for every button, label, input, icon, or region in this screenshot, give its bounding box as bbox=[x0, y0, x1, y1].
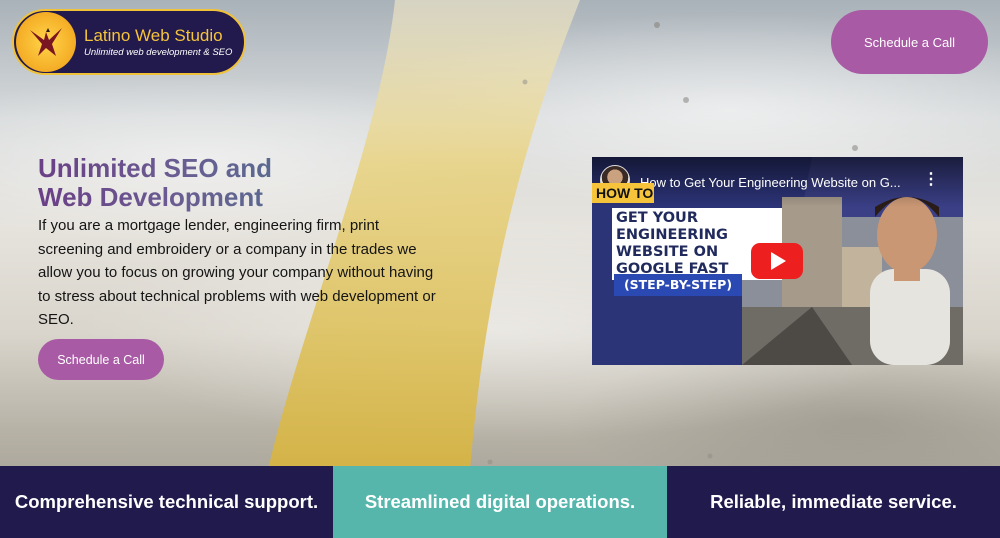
hero-schedule-call-button[interactable]: Schedule a Call bbox=[38, 339, 164, 380]
brand-name: Latino Web Studio bbox=[84, 26, 223, 45]
hero-description: If you are a mortgage lender, engineerin… bbox=[38, 217, 436, 328]
feature-digital-operations: Streamlined digital operations. bbox=[333, 466, 667, 538]
hero-title-line1: Unlimited SEO and bbox=[38, 153, 273, 183]
thumbnail-badge: HOW TO bbox=[592, 183, 654, 203]
feature-label: Reliable, immediate service. bbox=[710, 491, 957, 512]
youtube-video-embed[interactable]: How to Get Your Engineering Website on G… bbox=[592, 157, 963, 365]
feature-immediate-service: Reliable, immediate service. bbox=[667, 466, 1000, 538]
feature-technical-support: Comprehensive technical support. bbox=[0, 466, 333, 538]
feature-label: Comprehensive technical support. bbox=[14, 491, 319, 512]
thumbnail-tag: (STEP-BY-STEP) bbox=[614, 274, 742, 296]
play-icon[interactable] bbox=[751, 243, 803, 279]
bird-logo-icon bbox=[16, 12, 76, 72]
video-title[interactable]: How to Get Your Engineering Website on G… bbox=[640, 175, 920, 190]
hero-title-line2: Web Development bbox=[38, 182, 263, 212]
header-schedule-call-button[interactable]: Schedule a Call bbox=[831, 10, 988, 74]
feature-label: Streamlined digital operations. bbox=[364, 491, 636, 512]
hero-title: Unlimited SEO and Web Development bbox=[38, 154, 272, 212]
more-vert-icon[interactable]: ⋮ bbox=[923, 172, 939, 188]
brand-logo[interactable]: Latino Web Studio Unlimited web developm… bbox=[12, 9, 246, 75]
brand-tagline: Unlimited web development & SEO bbox=[84, 47, 233, 58]
